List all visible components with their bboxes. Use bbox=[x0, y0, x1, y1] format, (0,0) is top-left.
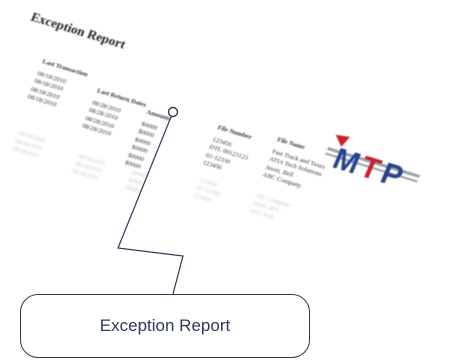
column-last-transaction: Last Transaction 08/18/2010 08/18/2010 0… bbox=[26, 58, 89, 115]
callout-box: Exception Report bbox=[20, 294, 310, 358]
report-title: Exception Report bbox=[28, 9, 129, 52]
faded-rows: $0000 $0000 $0000 bbox=[124, 169, 148, 196]
column-file-number: File Number 123456 DTL 00123123 01-12330… bbox=[201, 124, 258, 179]
callout-label: Exception Report bbox=[99, 316, 231, 335]
faded-rows: ABC Company Jason, Bell ATIA Tech bbox=[248, 192, 292, 225]
mtp-logo: M T P bbox=[325, 134, 421, 194]
faded-rows: 08/28/2010 08/28/2010 08/28/2010 bbox=[70, 153, 106, 183]
faded-rows: 123456 01-12330 123456 bbox=[192, 177, 223, 206]
faded-rows: 08/18/2010 08/18/2010 08/18/2010 bbox=[11, 130, 47, 160]
